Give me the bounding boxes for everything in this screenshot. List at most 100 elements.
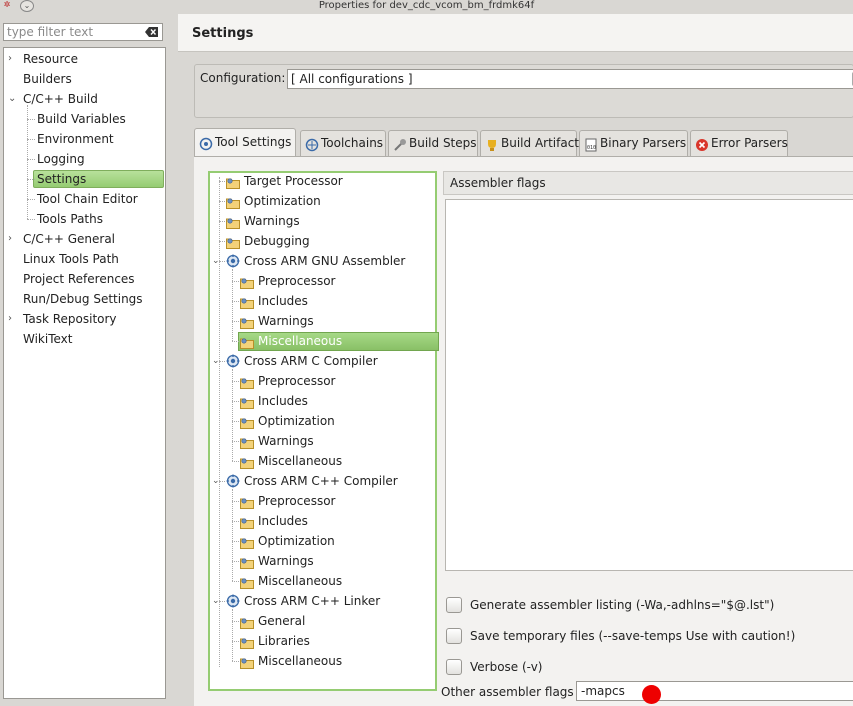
- tree-item-preprocessor[interactable]: Preprocessor: [210, 371, 435, 391]
- red-dot-marker: [642, 685, 661, 704]
- tree-item-label: Cross ARM C++ Compiler: [244, 474, 398, 488]
- tab-toolchains[interactable]: Toolchains: [300, 130, 386, 156]
- folder-settings-icon: [240, 575, 254, 589]
- window-title: Properties for dev_cdc_vcom_bm_frdmk64f: [318, 0, 535, 11]
- folder-settings-icon: [240, 295, 254, 309]
- left-panel: › Resource Builders ⌄ C/C++ Build Build Varia…: [0, 14, 176, 706]
- nav-item-settings[interactable]: Settings: [4, 169, 164, 189]
- tree-item-label: Miscellaneous: [258, 334, 343, 348]
- tree-item-miscellaneous[interactable]: Miscellaneous: [210, 451, 435, 471]
- tab-build-artifact[interactable]: Build Artifact: [480, 130, 579, 156]
- tool-gear-icon: [226, 254, 240, 268]
- nav-item-tools-paths[interactable]: Tools Paths: [4, 209, 164, 229]
- other-flags-label: Other assembler flags: [441, 685, 574, 699]
- nav-item-tool-chain-editor[interactable]: Tool Chain Editor: [4, 189, 164, 209]
- tree-item-warnings[interactable]: Warnings: [210, 211, 435, 231]
- tab-tool-settings[interactable]: Tool Settings: [194, 128, 296, 157]
- tree-item-optimization[interactable]: Optimization: [210, 191, 435, 211]
- nav-item-c-c-build[interactable]: ⌄ C/C++ Build: [4, 89, 164, 109]
- nav-item-logging[interactable]: Logging: [4, 149, 164, 169]
- folder-settings-icon: [240, 435, 254, 449]
- tree-item-includes[interactable]: Includes: [210, 391, 435, 411]
- tree-item-miscellaneous[interactable]: Miscellaneous: [210, 571, 435, 591]
- tree-item-label: Preprocessor: [258, 374, 336, 388]
- tree-item-miscellaneous[interactable]: Miscellaneous: [210, 331, 435, 351]
- folder-settings-icon: [240, 315, 254, 329]
- assembler-flags-textarea[interactable]: [445, 199, 853, 571]
- configuration-label: Configuration:: [200, 71, 286, 85]
- tree-item-label: Warnings: [258, 314, 314, 328]
- nav-item-resource[interactable]: › Resource: [4, 49, 164, 69]
- configuration-select[interactable]: [ All configurations ] ⌄: [287, 69, 853, 89]
- other-flags-input[interactable]: -mapcs: [576, 681, 853, 701]
- tree-item-optimization[interactable]: Optimization: [210, 411, 435, 431]
- nav-item-run-debug-settings[interactable]: Run/Debug Settings: [4, 289, 164, 309]
- tree-item-libraries[interactable]: Libraries: [210, 631, 435, 651]
- save-temps-checkbox[interactable]: [446, 628, 462, 644]
- tree-item-optimization[interactable]: Optimization: [210, 531, 435, 551]
- nav-item-label: C/C++ General: [23, 232, 116, 246]
- nav-item-c-c-general[interactable]: › C/C++ General: [4, 229, 164, 249]
- tree-item-label: Preprocessor: [258, 494, 336, 508]
- chevron-right-icon[interactable]: ›: [8, 229, 18, 249]
- tree-item-warnings[interactable]: Warnings: [210, 551, 435, 571]
- tab-label: Error Parsers: [711, 136, 788, 150]
- folder-settings-icon: [240, 375, 254, 389]
- tree-item-label: Includes: [258, 394, 308, 408]
- tree-item-warnings[interactable]: Warnings: [210, 431, 435, 451]
- toolchains-icon: [305, 136, 319, 152]
- tab-build-steps[interactable]: Build Steps: [388, 130, 478, 156]
- build-artifact-icon: [485, 136, 499, 151]
- nav-item-builders[interactable]: Builders: [4, 69, 164, 89]
- tree-item-label: Target Processor: [244, 174, 343, 188]
- folder-settings-icon: [226, 235, 240, 249]
- nav-item-environment[interactable]: Environment: [4, 129, 164, 149]
- folder-settings-icon: [240, 335, 254, 349]
- tree-item-preprocessor[interactable]: Preprocessor: [210, 271, 435, 291]
- nav-item-build-variables[interactable]: Build Variables: [4, 109, 164, 129]
- tool-gear-icon: [226, 474, 240, 488]
- folder-settings-icon: [226, 215, 240, 229]
- nav-item-label: Logging: [37, 152, 85, 166]
- folder-settings-icon: [240, 495, 254, 509]
- tree-item-preprocessor[interactable]: Preprocessor: [210, 491, 435, 511]
- folder-settings-icon: [226, 195, 240, 209]
- folder-settings-icon: [240, 515, 254, 529]
- tree-item-includes[interactable]: Includes: [210, 291, 435, 311]
- tree-item-label: Libraries: [258, 634, 310, 648]
- tree-item-cross-arm-gnu-assembler[interactable]: Cross ARM GNU Assembler: [210, 251, 435, 271]
- tree-item-warnings[interactable]: Warnings: [210, 311, 435, 331]
- tab-label: Build Steps: [409, 136, 477, 150]
- chevron-right-icon[interactable]: ›: [8, 49, 18, 69]
- folder-settings-icon: [226, 175, 240, 189]
- tree-item-label: Miscellaneous: [258, 654, 343, 668]
- nav-item-wikitext[interactable]: WikiText: [4, 329, 164, 349]
- configuration-group: Configuration: [ All configurations ] ⌄: [194, 64, 853, 118]
- tree-item-miscellaneous[interactable]: Miscellaneous: [210, 651, 435, 671]
- filter-input[interactable]: [4, 24, 142, 40]
- nav-item-linux-tools-path[interactable]: Linux Tools Path: [4, 249, 164, 269]
- generate-listing-checkbox[interactable]: [446, 597, 462, 613]
- tree-item-label: Preprocessor: [258, 274, 336, 288]
- nav-item-project-references[interactable]: Project References: [4, 269, 164, 289]
- save-temps-label: Save temporary files (--save-temps Use w…: [470, 629, 796, 643]
- chevron-down-icon[interactable]: ⌄: [8, 89, 18, 109]
- tab-binary-parsers[interactable]: 010 Binary Parsers: [579, 130, 688, 156]
- nav-item-task-repository[interactable]: › Task Repository: [4, 309, 164, 329]
- nav-item-label: Resource: [23, 52, 79, 66]
- tool-settings-icon: [199, 134, 213, 151]
- tree-item-cross-arm-c-linker[interactable]: Cross ARM C++ Linker: [210, 591, 435, 611]
- tree-item-target-processor[interactable]: Target Processor: [210, 171, 435, 191]
- tree-item-label: Cross ARM GNU Assembler: [244, 254, 406, 268]
- verbose-checkbox[interactable]: [446, 659, 462, 675]
- nav-item-label: Run/Debug Settings: [23, 292, 143, 306]
- tree-item-cross-arm-c-compiler[interactable]: Cross ARM C++ Compiler: [210, 471, 435, 491]
- chevron-right-icon[interactable]: ›: [8, 309, 18, 329]
- property-nav-tree: › Resource Builders ⌄ C/C++ Build Build Varia…: [3, 47, 166, 699]
- tab-error-parsers[interactable]: Error Parsers: [690, 130, 788, 156]
- tree-item-includes[interactable]: Includes: [210, 511, 435, 531]
- tree-item-debugging[interactable]: Debugging: [210, 231, 435, 251]
- clear-filter-icon[interactable]: [145, 26, 159, 38]
- tree-item-general[interactable]: General: [210, 611, 435, 631]
- tree-item-cross-arm-c-compiler[interactable]: Cross ARM C Compiler: [210, 351, 435, 371]
